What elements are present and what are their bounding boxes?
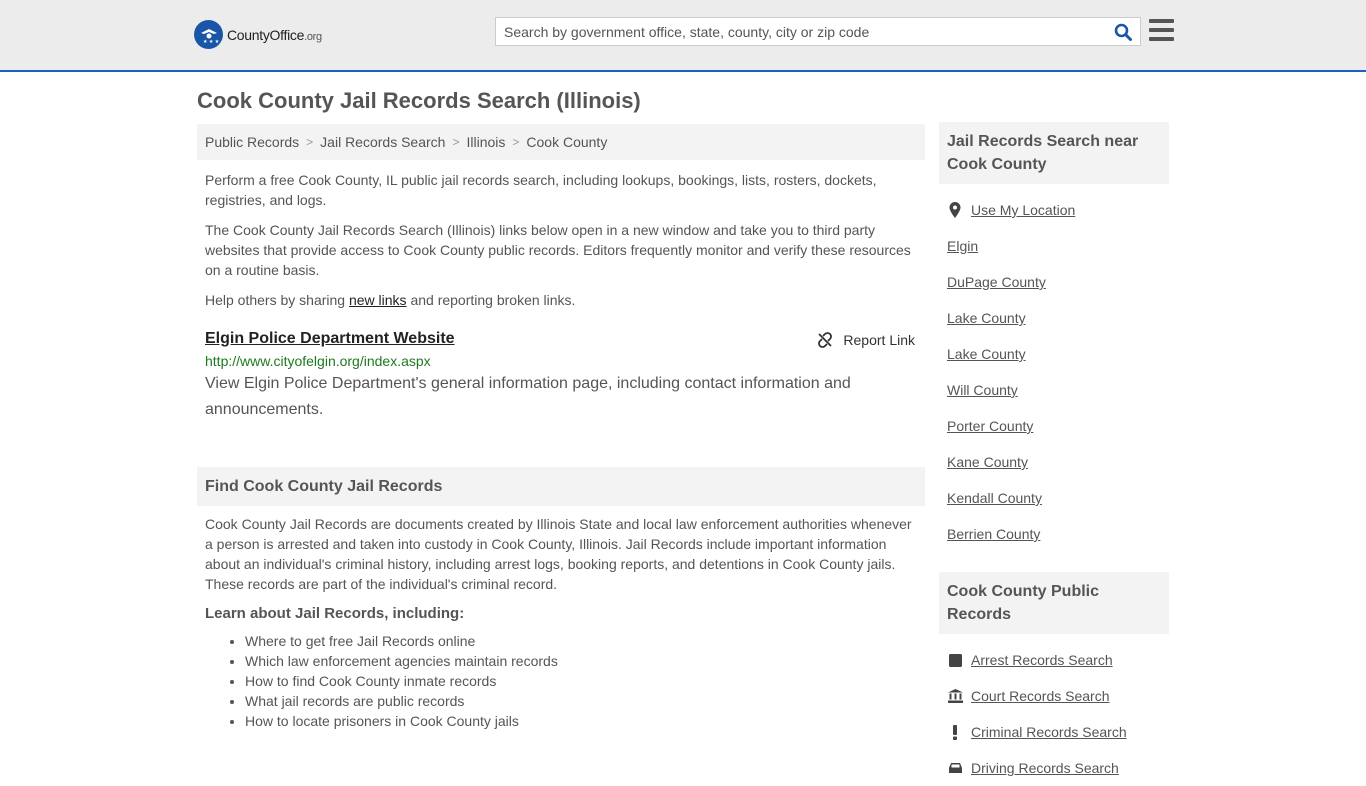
nearby-item: Porter County [947, 408, 1161, 444]
nearby-item: Lake County [947, 300, 1161, 336]
criminal-records-link[interactable]: Criminal Records Search [971, 724, 1127, 740]
share-text: and reporting broken links. [406, 292, 576, 308]
menu-bar [1149, 28, 1174, 32]
intro-paragraph: The Cook County Jail Records Search (Ill… [205, 222, 911, 278]
breadcrumb-jail-records-search[interactable]: Jail Records Search [320, 134, 445, 150]
nearby-link-berrien-county[interactable]: Berrien County [947, 526, 1040, 542]
learn-item: Which law enforcement agencies maintain … [245, 651, 925, 671]
breadcrumb-separator: > [452, 135, 460, 149]
nearby-item: Lake County [947, 336, 1161, 372]
find-section-heading: Find Cook County Jail Records [197, 467, 925, 506]
search-input[interactable] [496, 18, 1106, 45]
share-paragraph: Help others by sharing new links and rep… [197, 290, 925, 310]
driving-records-link[interactable]: Driving Records Search [971, 760, 1119, 776]
new-links-link[interactable]: new links [349, 292, 407, 308]
broken-link-icon [818, 332, 833, 348]
use-my-location-link[interactable]: Use My Location [971, 202, 1075, 218]
map-pin-icon [947, 202, 963, 218]
nearby-link-elgin[interactable]: Elgin [947, 238, 978, 254]
breadcrumb-public-records[interactable]: Public Records [205, 134, 299, 150]
nearby-link-kendall-county[interactable]: Kendall County [947, 490, 1042, 506]
menu-bar [1149, 19, 1174, 23]
car-icon [947, 762, 963, 775]
use-location-item: Use My Location [947, 192, 1161, 228]
public-record-item: Driving Records Search [947, 750, 1161, 786]
nearby-item: Will County [947, 372, 1161, 408]
nearby-link-will-county[interactable]: Will County [947, 382, 1018, 398]
listing: Elgin Police Department Website Report L… [197, 330, 925, 423]
public-records-list: Arrest Records Search Court Records Sear… [939, 634, 1169, 786]
logo-text: CountyOffice.org [227, 27, 322, 43]
menu-bar [1149, 37, 1174, 41]
search-box [495, 17, 1141, 46]
breadcrumb-separator: > [306, 135, 314, 149]
report-link-button[interactable]: Report Link [817, 332, 915, 348]
listing-description: View Elgin Police Department's general i… [205, 375, 851, 418]
sidebar: Jail Records Search near Cook County Use… [939, 122, 1169, 786]
report-link-label: Report Link [843, 332, 915, 348]
share-text: Help others by sharing [205, 292, 349, 308]
court-records-link[interactable]: Court Records Search [971, 688, 1110, 704]
seal-icon: ★ ★ ★ [194, 20, 223, 49]
learn-item: How to locate prisoners in Cook County j… [245, 711, 925, 731]
main-content: Public Records > Jail Records Search > I… [197, 124, 925, 731]
hamburger-menu-button[interactable] [1149, 19, 1174, 41]
listing-url: http://www.cityofelgin.org/index.aspx [205, 353, 431, 369]
site-header: ★ ★ ★ CountyOffice.org [0, 0, 1366, 72]
page-title: Cook County Jail Records Search (Illinoi… [197, 88, 641, 113]
logo-text-main: CountyOffice [227, 26, 305, 43]
learn-item: What jail records are public records [245, 691, 925, 711]
search-icon [1114, 23, 1132, 41]
learn-heading: Learn about Jail Records, including: [205, 605, 465, 622]
nearby-item: Kane County [947, 444, 1161, 480]
nearby-link-dupage-county[interactable]: DuPage County [947, 274, 1046, 290]
arrest-records-link[interactable]: Arrest Records Search [971, 652, 1113, 668]
logo-text-suffix: .org [304, 30, 322, 43]
nearby-link-lake-county-2[interactable]: Lake County [947, 346, 1026, 362]
breadcrumb-illinois[interactable]: Illinois [466, 134, 505, 150]
nearby-list: Use My Location Elgin DuPage County Lake… [939, 184, 1169, 552]
nearby-item: Elgin [947, 228, 1161, 264]
nearby-link-porter-county[interactable]: Porter County [947, 418, 1033, 434]
learn-list: Where to get free Jail Records online Wh… [197, 631, 925, 731]
nearby-heading: Jail Records Search near Cook County [939, 122, 1169, 184]
learn-item: Where to get free Jail Records online [245, 631, 925, 651]
public-record-item: Criminal Records Search [947, 714, 1161, 750]
site-logo[interactable]: ★ ★ ★ CountyOffice.org [194, 20, 322, 49]
intro: Perform a free Cook County, IL public ja… [197, 170, 925, 310]
find-section-body: Cook County Jail Records are documents c… [197, 514, 925, 731]
nearby-item: Kendall County [947, 480, 1161, 516]
listing-title-link[interactable]: Elgin Police Department Website [205, 330, 455, 347]
learn-item: How to find Cook County inmate records [245, 671, 925, 691]
breadcrumb: Public Records > Jail Records Search > I… [197, 124, 925, 160]
nearby-link-kane-county[interactable]: Kane County [947, 454, 1028, 470]
svg-text:★ ★ ★: ★ ★ ★ [203, 39, 220, 45]
public-records-heading: Cook County Public Records [939, 572, 1169, 634]
nearby-item: DuPage County [947, 264, 1161, 300]
find-section-paragraph: Cook County Jail Records are documents c… [205, 516, 912, 592]
breadcrumb-cook-county[interactable]: Cook County [526, 134, 607, 150]
nearby-link-lake-county[interactable]: Lake County [947, 310, 1026, 326]
intro-paragraph: Perform a free Cook County, IL public ja… [205, 172, 877, 208]
public-record-item: Court Records Search [947, 678, 1161, 714]
courthouse-icon [947, 689, 963, 703]
search-button[interactable] [1106, 18, 1140, 45]
nearby-item: Berrien County [947, 516, 1161, 552]
public-record-item: Arrest Records Search [947, 642, 1161, 678]
exclamation-icon [947, 724, 963, 740]
breadcrumb-separator: > [512, 135, 520, 149]
square-icon [947, 653, 963, 667]
